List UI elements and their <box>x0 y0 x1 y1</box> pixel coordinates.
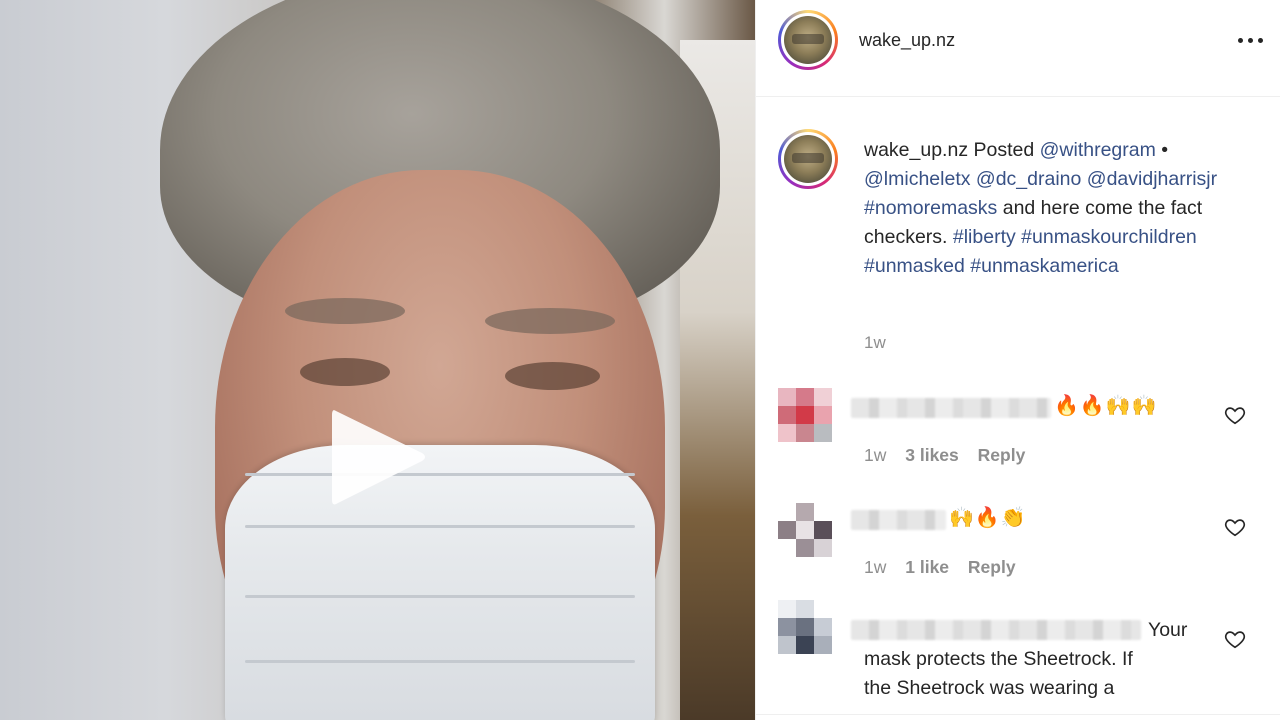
avatar-pixel <box>778 406 796 424</box>
mention-link[interactable]: @davidjharrisjr <box>1087 168 1217 190</box>
mention-link[interactable]: @withregram <box>1040 139 1156 161</box>
avatar-pixel <box>778 618 796 636</box>
avatar-pixel <box>814 406 832 424</box>
avatar-pixel <box>796 503 814 521</box>
avatar-pixel <box>814 521 832 539</box>
hashtag-link[interactable]: #unmasked <box>864 255 965 277</box>
comment-meta: 1w 1 like Reply <box>864 557 1016 578</box>
hashtag-link[interactable]: #nomoremasks <box>864 197 997 219</box>
post-header: wake_up.nz <box>756 0 1280 97</box>
avatar-pixel <box>778 636 796 654</box>
comment-text: 🙌🔥👏 <box>949 507 1027 529</box>
avatar-pixel <box>796 636 814 654</box>
avatar-pixel <box>778 424 796 442</box>
comment-timestamp[interactable]: 1w <box>864 557 886 577</box>
avatar-pixel <box>796 424 814 442</box>
caption-text: • <box>1155 139 1169 161</box>
post-side-panel: wake_up.nz wake_up.nz Posted @withregram… <box>755 0 1280 720</box>
avatar-pixel <box>814 618 832 636</box>
avatar-pixel <box>796 539 814 557</box>
avatar-pixel <box>796 388 814 406</box>
comment-text: the Sheetrock was wearing a <box>864 677 1115 699</box>
post-caption: wake_up.nz Posted @withregram • @lmichel… <box>864 136 1244 281</box>
comment-likes[interactable]: 3 likes <box>905 445 959 465</box>
caption-author-avatar[interactable] <box>778 129 838 189</box>
face-mask <box>225 445 655 720</box>
avatar-pixel <box>796 521 814 539</box>
author-username[interactable]: wake_up.nz <box>859 30 955 51</box>
avatar-pixel <box>778 388 796 406</box>
caption-timestamp[interactable]: 1w <box>864 333 886 353</box>
avatar-pixel <box>778 539 796 557</box>
comment-timestamp[interactable]: 1w <box>864 445 886 465</box>
mention-link[interactable]: @lmicheletx <box>864 168 971 190</box>
caption-text: Posted <box>968 139 1040 161</box>
heart-icon[interactable] <box>1224 628 1246 650</box>
comment-username-redacted <box>851 620 1141 640</box>
hashtag-link[interactable]: #liberty <box>953 226 1016 248</box>
avatar-pixel <box>814 388 832 406</box>
more-horizontal-icon[interactable] <box>1236 30 1266 50</box>
hashtag-link[interactable]: #unmaskourchildren <box>1021 226 1197 248</box>
avatar-pixel <box>796 406 814 424</box>
comment-avatar[interactable] <box>778 503 832 557</box>
play-icon[interactable] <box>328 405 428 510</box>
reply-button[interactable]: Reply <box>968 557 1016 577</box>
divider <box>756 714 1280 715</box>
mention-link[interactable]: @dc_draino <box>976 168 1081 190</box>
avatar-pixel <box>796 600 814 618</box>
comment-username-redacted <box>851 398 1051 418</box>
post-video[interactable] <box>0 0 755 720</box>
avatar-pixel <box>778 600 796 618</box>
heart-icon[interactable] <box>1224 516 1246 538</box>
caption-username[interactable]: wake_up.nz <box>864 139 968 161</box>
hashtag-link[interactable]: #unmaskamerica <box>970 255 1118 277</box>
comment-avatar[interactable] <box>778 388 832 442</box>
avatar-pixel <box>814 424 832 442</box>
avatar-pixel <box>778 503 796 521</box>
comment-text: 🔥🔥🙌🙌 <box>1054 395 1158 417</box>
avatar-pixel <box>814 539 832 557</box>
avatar-pixel <box>814 600 832 618</box>
author-avatar[interactable] <box>778 10 838 70</box>
comment-avatar[interactable] <box>778 600 832 654</box>
reply-button[interactable]: Reply <box>978 445 1026 465</box>
comment-username-redacted <box>851 510 946 530</box>
comment-likes[interactable]: 1 like <box>905 557 949 577</box>
comment-text: mask protects the Sheetrock. If <box>864 648 1133 670</box>
comment-meta: 1w 3 likes Reply <box>864 445 1025 466</box>
avatar-pixel <box>778 521 796 539</box>
comment-text: Your <box>1148 619 1188 641</box>
avatar-pixel <box>814 503 832 521</box>
avatar-pixel <box>814 636 832 654</box>
avatar-pixel <box>796 618 814 636</box>
heart-icon[interactable] <box>1224 404 1246 426</box>
